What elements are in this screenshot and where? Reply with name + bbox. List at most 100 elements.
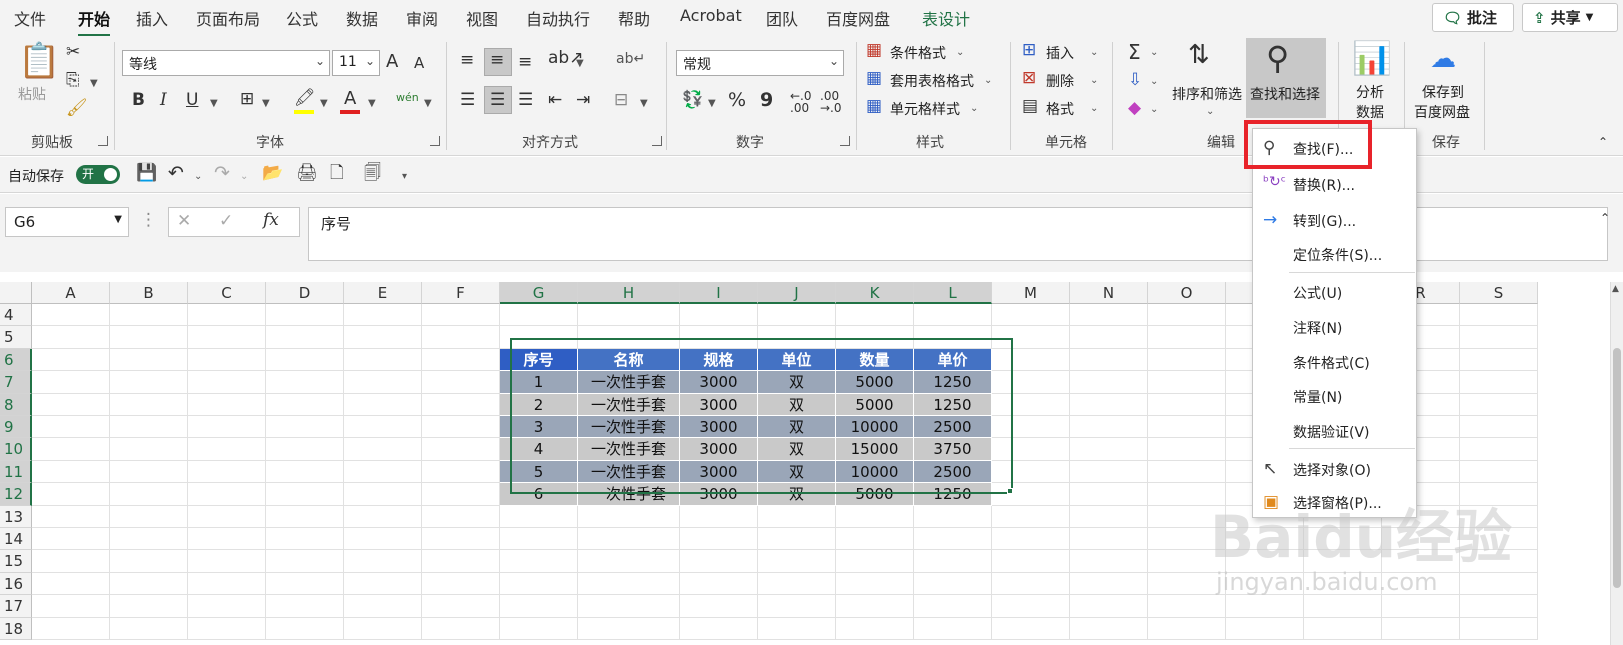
column-header[interactable]: I (680, 282, 758, 304)
column-header[interactable]: E (344, 282, 422, 304)
merge-center-icon[interactable]: ⊟ (614, 92, 628, 109)
fill-icon[interactable]: ⇩ (1128, 72, 1142, 89)
insert-cells-button[interactable]: 插入 (1046, 43, 1074, 63)
comma-button[interactable]: 9 (760, 91, 773, 110)
format-cells-button[interactable]: 格式 (1046, 99, 1074, 119)
scroll-thumb[interactable] (1613, 348, 1621, 588)
chevron-down-icon[interactable]: ⌄ (1150, 76, 1158, 87)
chevron-down-icon[interactable]: ⌄ (1150, 47, 1158, 58)
italic-button[interactable]: I (160, 92, 167, 109)
wrap-text-icon[interactable]: ab↵ (616, 52, 645, 66)
align-top-icon[interactable]: ≡ (460, 52, 474, 69)
row-header[interactable]: 16 (0, 572, 32, 596)
print-icon[interactable]: 🗐 (364, 165, 381, 182)
chevron-down-icon[interactable]: ▼ (424, 98, 432, 109)
print-preview-icon[interactable]: 🖨 (296, 165, 318, 182)
tab-data[interactable]: 数据 (346, 6, 378, 30)
row-header[interactable]: 12 (0, 483, 32, 506)
chevron-down-icon[interactable]: ⌄ (1206, 106, 1214, 117)
grow-font-icon[interactable]: A (386, 53, 398, 71)
align-bottom-icon[interactable]: ≡ (518, 54, 532, 71)
align-left-icon[interactable]: ☰ (460, 92, 475, 109)
font-color-icon[interactable]: A (344, 90, 356, 108)
row-header[interactable]: 9 (0, 416, 32, 439)
vertical-scrollbar[interactable]: ▲ (1610, 282, 1623, 645)
confirm-icon[interactable]: ✓ (219, 213, 233, 230)
conditional-format-icon[interactable]: ▦ (866, 42, 882, 59)
chevron-down-icon[interactable]: ▼ (320, 98, 328, 109)
row-header[interactable]: 18 (0, 617, 32, 640)
analyze-data-icon[interactable]: 📊 (1352, 42, 1392, 74)
copy-icon[interactable]: ⎘ (66, 72, 80, 89)
tab-baidu-netdisk[interactable]: 百度网盘 (826, 6, 890, 30)
menu-item-replace[interactable]: ᵇ↻ᶜ 替换(R)... (1253, 167, 1416, 201)
column-header[interactable]: G (500, 282, 578, 304)
column-header[interactable]: J (758, 282, 836, 304)
chevron-down-icon[interactable]: ⌄ (240, 171, 248, 182)
autosave-toggle[interactable]: 开 (76, 165, 120, 184)
percent-button[interactable]: % (728, 91, 746, 110)
column-header[interactable]: M (992, 282, 1070, 304)
sort-filter-button[interactable]: 排序和筛选 (1172, 84, 1242, 104)
tab-review[interactable]: 审阅 (406, 6, 438, 30)
column-header[interactable]: F (422, 282, 500, 304)
column-header[interactable]: L (914, 282, 992, 304)
tab-home[interactable]: 开始 (78, 6, 111, 37)
alignment-launcher-icon[interactable] (652, 136, 662, 146)
align-middle-icon[interactable]: ≡ (490, 52, 504, 69)
row-header[interactable]: 6 (0, 348, 32, 372)
column-header[interactable]: O (1148, 282, 1226, 304)
cell-style-icon[interactable]: ▦ (866, 98, 882, 115)
chevron-down-icon[interactable]: ▼ (576, 58, 584, 69)
customize-qat-icon[interactable]: ▾ (402, 171, 407, 182)
chevron-down-icon[interactable]: ▼ (640, 98, 648, 109)
column-header[interactable]: D (266, 282, 344, 304)
tab-view[interactable]: 视图 (466, 6, 498, 30)
fill-color-icon[interactable]: 🖍 (294, 90, 316, 107)
menu-item-notes[interactable]: 注释(N) (1253, 310, 1416, 344)
bold-button[interactable]: B (132, 92, 145, 109)
tab-insert[interactable]: 插入 (136, 6, 168, 30)
font-launcher-icon[interactable] (430, 136, 440, 146)
menu-item-formulas[interactable]: 公式(U) (1253, 275, 1416, 309)
row-header[interactable]: 15 (0, 550, 32, 573)
menu-item-goto-special[interactable]: 定位条件(S)... (1253, 237, 1416, 271)
insert-cells-icon[interactable]: ⊞ (1022, 42, 1036, 59)
row-header[interactable]: 10 (0, 438, 32, 461)
column-header[interactable]: K (836, 282, 914, 304)
menu-item-select-objects[interactable]: ↖ 选择对象(O) (1253, 452, 1416, 486)
menu-item-conditional-format[interactable]: 条件格式(C) (1253, 345, 1416, 379)
column-header[interactable]: N (1070, 282, 1148, 304)
tab-file[interactable]: 文件 (14, 6, 46, 30)
menu-item-constants[interactable]: 常量(N) (1253, 379, 1416, 413)
find-select-button[interactable]: 查找和选择 (1250, 84, 1320, 104)
chevron-down-icon[interactable]: ⌄ (970, 103, 978, 114)
chevron-down-icon[interactable]: ⌄ (956, 47, 964, 58)
row-header[interactable]: 7 (0, 371, 32, 394)
shrink-font-icon[interactable]: A (414, 56, 424, 71)
chevron-down-icon[interactable]: ▼ (708, 98, 716, 109)
format-cells-icon[interactable]: ▤ (1022, 98, 1038, 115)
column-header[interactable]: B (110, 282, 188, 304)
more-options-icon[interactable]: ⋮ (140, 212, 157, 229)
save-icon[interactable]: 💾 (136, 165, 157, 182)
underline-button[interactable]: U (186, 92, 198, 109)
chevron-down-icon[interactable]: ▼ (90, 78, 98, 89)
analyze-data-label-1[interactable]: 分析 (1356, 82, 1384, 102)
comment-button[interactable]: 🗨 批注 (1432, 3, 1514, 32)
undo-icon[interactable]: ↶ (168, 164, 184, 183)
number-format-combo[interactable]: 常规 ⌄ (676, 50, 844, 76)
chevron-down-icon[interactable]: ⌄ (1090, 103, 1098, 114)
tab-page-layout[interactable]: 页面布局 (196, 6, 260, 30)
autosum-icon[interactable]: Σ (1128, 42, 1141, 62)
tab-team[interactable]: 团队 (766, 6, 798, 30)
clipboard-launcher-icon[interactable] (98, 136, 108, 146)
font-size-combo[interactable]: 11 ⌄ (332, 50, 380, 76)
chevron-down-icon[interactable]: ⌄ (1090, 47, 1098, 58)
cell-style-button[interactable]: 单元格样式 (890, 99, 960, 119)
row-header[interactable]: 4 (0, 304, 32, 327)
chevron-down-icon[interactable]: ⌄ (1090, 75, 1098, 86)
find-select-icon[interactable]: ⚲ (1266, 42, 1289, 74)
tab-acrobat[interactable]: Acrobat (680, 6, 742, 25)
sort-filter-icon[interactable]: ⇅ (1188, 42, 1210, 68)
